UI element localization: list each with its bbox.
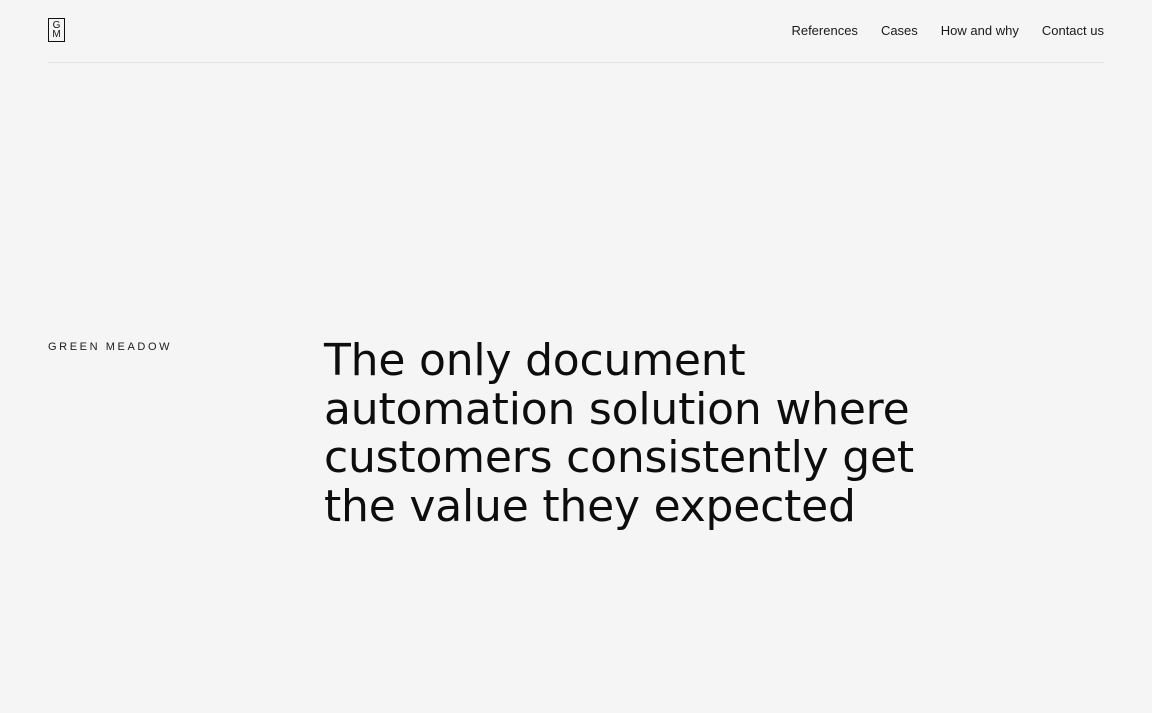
nav-link-how-and-why[interactable]: How and why (941, 23, 1019, 39)
gm-logo[interactable]: G M (48, 18, 65, 42)
headline-line-2: automation solution where (324, 383, 910, 435)
headline-line-1: The only document (324, 335, 746, 386)
headline-line-3: customers consistently get (324, 432, 914, 483)
nav-link-references[interactable]: References (791, 23, 857, 39)
site-header: G M References Cases How and why Contact… (48, 0, 1104, 63)
brand-label: GREEN MEADOW (48, 341, 173, 353)
headline-line-4: the value they expected (324, 480, 856, 532)
nav-link-cases[interactable]: Cases (881, 23, 918, 39)
nav-link-contact-us[interactable]: Contact us (1042, 23, 1104, 39)
page: G M References Cases How and why Contact… (0, 0, 1152, 713)
logo-letter-bottom: M (52, 29, 61, 40)
main-nav: References Cases How and why Contact us (791, 23, 1104, 39)
hero-headline: The only document automation solution wh… (324, 335, 1044, 532)
